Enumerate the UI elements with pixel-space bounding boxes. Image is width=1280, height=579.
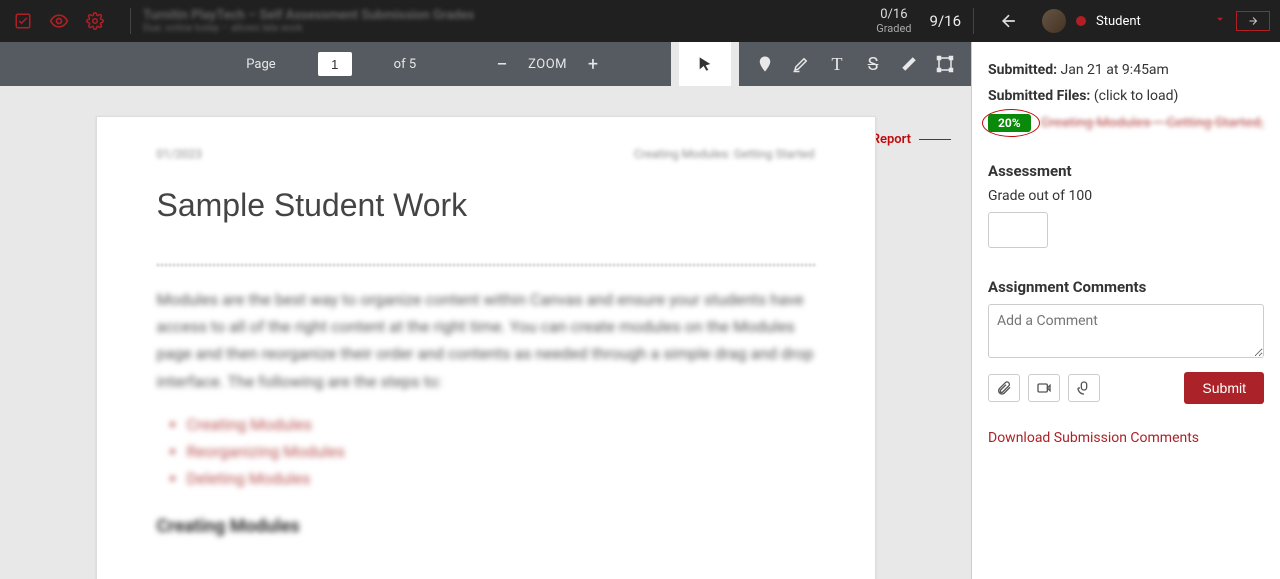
zoom-out-button[interactable]: − [484,46,520,82]
area-annotation-tool[interactable] [927,46,963,82]
next-student-button[interactable] [1236,11,1270,31]
submitted-value: Jan 21 at 9:45am [1061,62,1169,78]
next-page-button[interactable] [358,46,394,82]
page-label: Page [246,57,275,72]
highlight-tool[interactable] [783,46,819,82]
student-avatar[interactable] [1042,9,1066,33]
pointer-tool[interactable] [687,46,723,82]
list-item: Creating Modules [187,411,815,438]
grade-summary-icon[interactable] [10,8,36,34]
strikethrough-tool[interactable]: S [855,46,891,82]
rotate-button[interactable] [432,46,468,82]
comments-heading: Assignment Comments [988,278,1264,296]
main-content: Page of 5 − ZOOM + [0,42,1280,579]
doc-header-left: 01/2023 [157,147,202,161]
assignment-subtitle: Due: online today – allows late work [143,23,474,34]
files-hint: (click to load) [1094,88,1179,104]
submission-count: 9/16 [930,12,961,30]
zoom-in-button[interactable]: + [575,46,611,82]
visibility-icon[interactable] [46,8,72,34]
speech-recognition-button[interactable] [1068,374,1100,402]
page-total: of 5 [394,57,416,72]
submitted-label: Submitted: [988,62,1057,78]
submit-comment-button[interactable]: Submit [1184,372,1264,404]
files-row: Submitted Files: (click to load) [988,88,1264,104]
list-item: Deleting Modules [187,465,815,492]
assignment-title-area: Turnitin PlayTech – Self Assessment Subm… [143,8,474,34]
settings-gear-icon[interactable] [82,8,108,34]
turnitin-similarity-badge[interactable]: 20% [988,114,1031,132]
point-annotation-tool[interactable] [747,46,783,82]
graded-count: 0/16 [876,7,911,22]
submitted-row: Submitted: Jan 21 at 9:45am [988,62,1264,78]
files-label: Submitted Files: [988,88,1090,104]
media-recording-button[interactable] [1028,374,1060,402]
fullscreen-button[interactable] [627,46,663,82]
document-link-list: Creating Modules Reorganizing Modules De… [187,411,815,493]
grade-input[interactable] [988,212,1048,248]
download-button[interactable] [8,46,44,82]
student-selector-label: Student [1096,14,1141,29]
draw-tool[interactable] [891,46,927,82]
zoom-label: ZOOM [528,57,567,72]
chevron-down-icon [1214,13,1226,29]
list-item: Reorganizing Modules [187,438,815,465]
topbar: Turnitin PlayTech – Self Assessment Subm… [0,0,1280,42]
doc-header-right: Creating Modules: Getting Started [634,147,815,161]
student-selector[interactable]: Student [1096,13,1226,29]
download-comments-link[interactable]: Download Submission Comments [988,430,1199,446]
document-paragraph: Modules are the best way to organize con… [157,286,815,395]
status-indicator-icon [1076,16,1086,26]
page-number-input[interactable] [318,52,352,76]
document-title: Sample Student Work [157,187,815,224]
document-subheading: Creating Modules [157,516,815,537]
graded-label: Graded [876,22,911,35]
assignment-title: Turnitin PlayTech – Self Assessment Subm… [143,8,474,23]
grading-panel: Submitted: Jan 21 at 9:45am Submitted Fi… [972,42,1280,579]
comment-textarea[interactable] [988,304,1264,358]
graded-counter: 0/16 Graded [864,7,923,35]
prev-page-button[interactable] [276,46,312,82]
document-page: 01/2023 Creating Modules: Getting Starte… [96,116,876,579]
document-toolbar: Page of 5 − ZOOM + [0,42,971,86]
similarity-row: 20% Creating Modules – Getting Started_1… [988,114,1264,132]
document-area: Click the green box for the Turnitin Sim… [0,86,971,579]
assessment-heading: Assessment [988,162,1264,180]
text-annotation-tool[interactable]: T [819,46,855,82]
attach-file-button[interactable] [988,374,1020,402]
document-scroll[interactable]: 01/2023 Creating Modules: Getting Starte… [0,86,971,579]
prev-student-button[interactable] [996,8,1022,34]
grade-out-of-label: Grade out of 100 [988,188,1264,204]
document-viewer-column: Page of 5 − ZOOM + [0,42,972,579]
comment-actions: Submit [988,372,1264,404]
submitted-file-link[interactable]: Creating Modules – Getting Started_1_.pd… [1041,115,1264,131]
